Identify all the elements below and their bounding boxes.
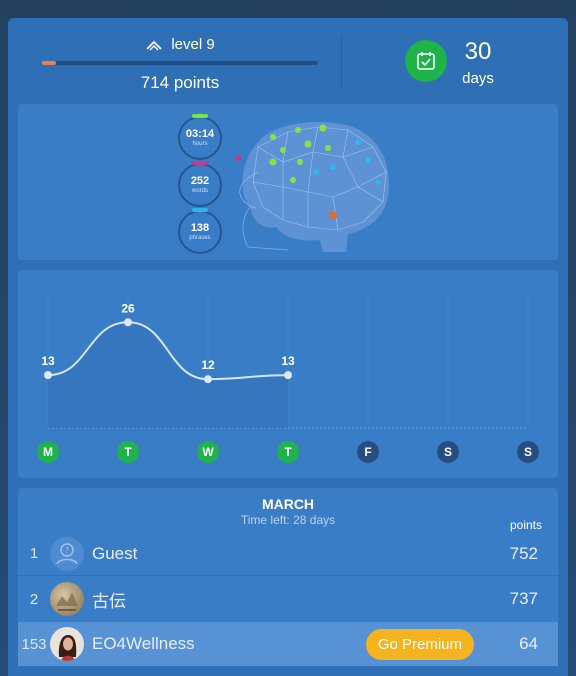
leaderboard-row[interactable]: 2 古伝 737 — [18, 577, 558, 621]
stat-phrases-value: 138 — [190, 222, 210, 234]
chart-point — [204, 375, 212, 384]
row-rank: 2 — [29, 590, 39, 608]
stat-phrases: 138 phrases — [178, 208, 222, 254]
chart-data-label: 26 — [121, 301, 135, 315]
chart-point — [124, 318, 132, 327]
weekly-points-chart: 13 26 12 13 M T W T F S S — [37, 294, 539, 463]
stat-phrases-arc — [192, 208, 208, 212]
row-rank: 153 — [21, 635, 47, 653]
brain-stats-card: 03:14 hours 252 words 138 phrases — [18, 104, 558, 260]
brain-illustration — [235, 122, 389, 252]
stat-hours: 03:14 hours — [178, 114, 222, 160]
chart-data-label: 12 — [201, 358, 215, 372]
chart-tick-label: S — [444, 445, 452, 459]
stat-words-value: 252 — [190, 175, 210, 187]
chart-tick-label: M — [43, 445, 53, 459]
leaderboard-row[interactable]: 1 ? Guest 752 — [18, 532, 558, 576]
chart-tick-label: F — [364, 445, 371, 459]
leaderboard-month: MARCH — [261, 496, 315, 512]
chart-tick-label: S — [524, 445, 532, 459]
go-premium-button[interactable]: Go Premium — [365, 628, 474, 660]
stat-words-arc — [192, 161, 208, 165]
level-row: level 9 — [40, 36, 320, 53]
chart-data-label: 13 — [41, 354, 55, 368]
chevron-up-icon — [146, 40, 162, 50]
points-column-header: points — [509, 518, 542, 532]
chart-tick-label: W — [202, 445, 214, 459]
leaderboard-card: MARCH Time left: 28 days points 1 ? Gues… — [18, 488, 558, 666]
header-divider — [341, 36, 342, 88]
svg-text:?: ? — [65, 546, 69, 555]
level-box: level 9 714 points — [40, 36, 320, 93]
avatar — [50, 627, 84, 661]
level-progress-fill — [42, 61, 56, 65]
chart-tick-label: T — [124, 445, 132, 459]
header: level 9 714 points 30 days — [8, 18, 568, 102]
row-points: 752 — [509, 543, 538, 563]
chart-area — [48, 322, 288, 428]
stat-hours-label: hours — [192, 141, 208, 147]
row-name: EO4Wellness — [92, 634, 195, 653]
weekly-chart-card: 13 26 12 13 M T W T F S S — [18, 270, 558, 478]
stat-hours-value: 03:14 — [185, 128, 215, 140]
row-points: 737 — [509, 589, 538, 608]
stat-phrases-label: phrases — [189, 235, 211, 241]
calendar-check-icon — [405, 40, 447, 82]
points-total: 714 points — [140, 73, 220, 92]
user-question-icon: ? — [50, 536, 84, 571]
level-label: level 9 — [171, 36, 215, 53]
leaderboard-time-left: Time left: 28 days — [240, 513, 336, 527]
stat-words-label: words — [191, 188, 208, 194]
chart-point — [284, 371, 292, 380]
row-name: 古伝 — [92, 591, 126, 611]
stat-words: 252 words — [178, 161, 222, 207]
chart-data-label: 13 — [281, 354, 295, 368]
row-rank: 1 — [29, 545, 39, 562]
stat-hours-arc — [192, 114, 208, 118]
level-progress-bar — [42, 61, 318, 65]
leaderboard-row-current-user[interactable]: 153 EO4Wellness Go Premium 64 — [18, 622, 558, 666]
streak-unit: days — [462, 70, 494, 87]
chart-point — [44, 371, 52, 380]
avatar — [50, 582, 84, 616]
chart-tick-label: T — [284, 445, 292, 459]
streak-number: 30 — [464, 38, 492, 65]
row-name: Guest — [92, 543, 138, 563]
progress-panel: level 9 714 points 30 days 03:14 hours 2… — [8, 18, 568, 676]
row-points: 64 — [519, 634, 538, 653]
